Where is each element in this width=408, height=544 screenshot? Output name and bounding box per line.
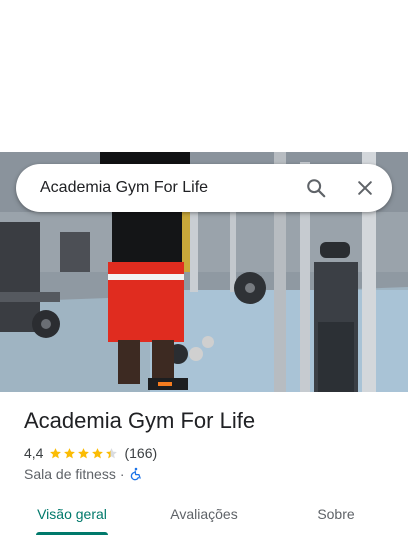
wheelchair-icon [130, 467, 141, 481]
close-button[interactable] [351, 174, 379, 202]
place-title: Academia Gym For Life [24, 408, 256, 433]
close-icon [358, 181, 372, 195]
active-tab-indicator [36, 532, 108, 535]
search-input[interactable]: Academia Gym For Life [40, 164, 208, 212]
separator-dot: · [119, 466, 125, 482]
search-button[interactable] [302, 174, 330, 202]
star-icon [50, 447, 62, 458]
star-icon [64, 447, 76, 458]
search-icon [307, 179, 326, 198]
category-row: Sala de fitness · [24, 465, 143, 483]
rating-value: 4,4 [24, 445, 44, 461]
star-icon [78, 447, 90, 458]
star-icon [106, 447, 118, 458]
rating-stars [49, 447, 119, 460]
tab-about[interactable]: Sobre [306, 498, 366, 534]
rating-row[interactable]: 4,4 (166) [24, 444, 157, 462]
search-bar[interactable]: Academia Gym For Life [16, 164, 392, 212]
tab-overview[interactable]: Visão geral [30, 498, 114, 534]
tab-bar: Visão geral Avaliações Sobre [0, 498, 408, 538]
reviews-count: (166) [124, 445, 158, 461]
place-category: Sala de fitness [24, 466, 116, 482]
star-icon [92, 447, 104, 458]
tab-reviews[interactable]: Avaliações [160, 498, 248, 534]
